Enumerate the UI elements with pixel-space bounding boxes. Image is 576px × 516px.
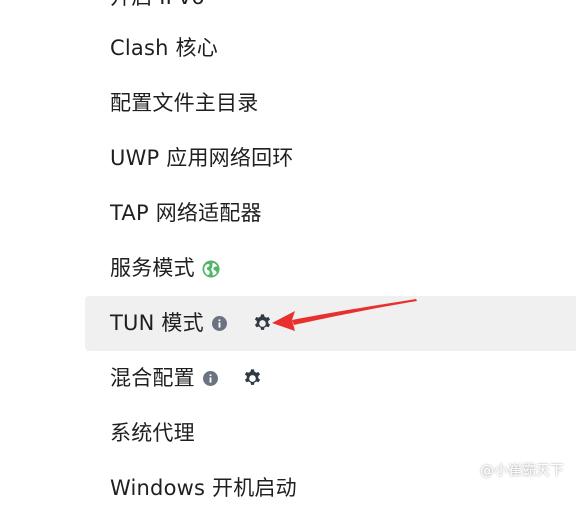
settings-list: 开启 IPv6 Clash 核心 配置文件主目录 UWP 应用网络回环 TAP … xyxy=(0,0,576,499)
watermark: @小崔霸天下 xyxy=(458,460,564,480)
settings-item-label: 系统代理 xyxy=(110,421,195,445)
settings-item-label: Windows 开机启动 xyxy=(110,476,297,500)
settings-item-label: TUN 模式 xyxy=(110,311,204,335)
settings-item-uwp-loopback[interactable]: UWP 应用网络回环 xyxy=(85,131,576,186)
settings-item-tap-adapter[interactable]: TAP 网络适配器 xyxy=(85,186,576,241)
info-icon[interactable] xyxy=(211,316,227,331)
settings-item-mixin[interactable]: 混合配置 xyxy=(85,351,576,406)
settings-item-label: 配置文件主目录 xyxy=(110,91,259,115)
settings-item-label: 服务模式 xyxy=(110,256,195,280)
globe-icon xyxy=(202,259,220,278)
watermark-logo-icon xyxy=(458,461,476,479)
settings-item-profile-dir[interactable]: 配置文件主目录 xyxy=(85,76,576,131)
settings-item-tun-mode[interactable]: TUN 模式 xyxy=(85,296,576,351)
settings-item-system-proxy[interactable]: 系统代理 xyxy=(85,406,576,461)
gear-icon[interactable] xyxy=(242,368,263,389)
settings-item-label: UWP 应用网络回环 xyxy=(110,146,294,170)
watermark-text: @小崔霸天下 xyxy=(480,463,564,479)
gear-icon[interactable] xyxy=(252,313,273,334)
settings-item-label: 开启 IPv6 xyxy=(110,0,205,8)
settings-item-clash-core[interactable]: Clash 核心 xyxy=(85,21,576,76)
settings-item-label: Clash 核心 xyxy=(110,36,218,60)
settings-item-service-mode[interactable]: 服务模式 xyxy=(85,241,576,296)
settings-item-label: 混合配置 xyxy=(110,366,195,390)
settings-item-label: TAP 网络适配器 xyxy=(110,201,262,225)
info-icon[interactable] xyxy=(202,371,218,386)
